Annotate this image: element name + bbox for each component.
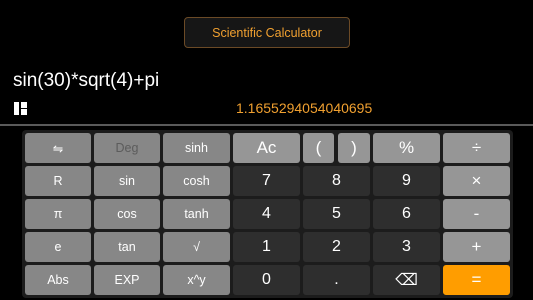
digit-3-button[interactable]: 3 [373,232,440,262]
multiply-button[interactable]: × [443,166,510,196]
digit-9-button[interactable]: 9 [373,166,440,196]
exp-button[interactable]: EXP [94,265,160,295]
percent-button[interactable]: % [373,133,440,163]
clear-button[interactable]: Ac [233,133,300,163]
tanh-button[interactable]: tanh [163,199,230,229]
digit-5-button[interactable]: 5 [303,199,370,229]
r-button[interactable]: R [25,166,91,196]
sin-button[interactable]: sin [94,166,160,196]
cosh-button[interactable]: cosh [163,166,230,196]
sqrt-button[interactable]: √ [163,232,230,262]
sinh-button[interactable]: sinh [163,133,230,163]
cos-button[interactable]: cos [94,199,160,229]
backspace-button[interactable]: ⌫ [373,265,440,295]
digit-0-button[interactable]: 0 [233,265,300,295]
pi-button[interactable]: π [25,199,91,229]
digit-7-button[interactable]: 7 [233,166,300,196]
digit-1-button[interactable]: 1 [233,232,300,262]
equals-button[interactable]: = [443,265,510,295]
add-button[interactable]: + [443,232,510,262]
abs-button[interactable]: Abs [25,265,91,295]
divide-button[interactable]: ÷ [443,133,510,163]
digit-6-button[interactable]: 6 [373,199,440,229]
power-button[interactable]: x^y [163,265,230,295]
result-display: 1.1655294054040695 [236,100,373,116]
title-button[interactable]: Scientific Calculator [184,17,350,48]
close-paren-button[interactable]: ) [338,133,370,163]
backspace-icon: ⌫ [395,272,418,289]
swap-button[interactable]: ⇋ [25,133,91,163]
expression-display: sin(30)*sqrt(4)+pi [13,70,160,91]
digit-8-button[interactable]: 8 [303,166,370,196]
e-button[interactable]: e [25,232,91,262]
digit-2-button[interactable]: 2 [303,232,370,262]
subtract-button[interactable]: - [443,199,510,229]
deg-button[interactable]: Deg [94,133,160,163]
divider [0,124,533,126]
digit-4-button[interactable]: 4 [233,199,300,229]
grid-menu-icon[interactable] [14,102,27,115]
calculator-screen: Scientific Calculator sin(30)*sqrt(4)+pi… [0,0,533,300]
tan-button[interactable]: tan [94,232,160,262]
decimal-button[interactable]: . [303,265,370,295]
open-paren-button[interactable]: ( [303,133,334,163]
